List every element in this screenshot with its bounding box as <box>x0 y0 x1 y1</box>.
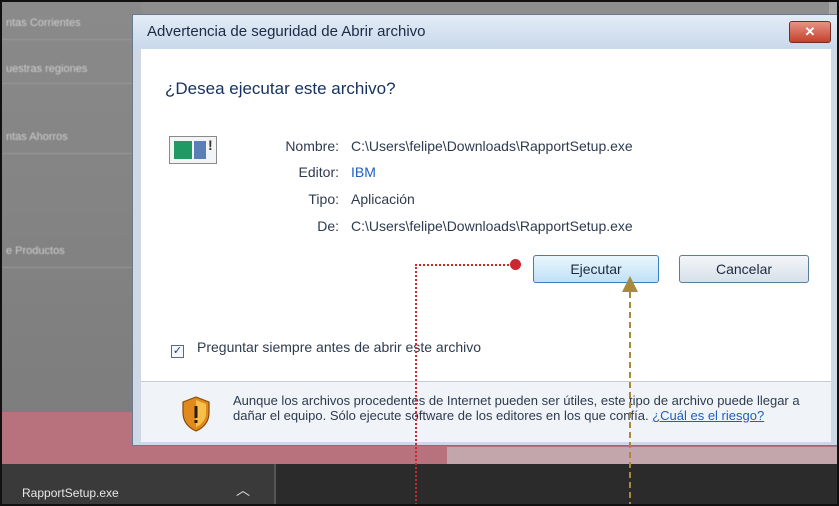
always-ask-checkbox[interactable]: ✓ <box>171 345 184 358</box>
screenshot-frame: ntas Corrientes uestras regiones ntas Ah… <box>0 0 839 506</box>
always-ask-label[interactable]: Preguntar siempre antes de abrir este ar… <box>197 339 517 355</box>
risk-link[interactable]: ¿Cuál es el riesgo? <box>652 408 764 423</box>
publisher-link[interactable]: IBM <box>351 164 376 180</box>
background-sidebar-item: uestras regiones <box>2 54 142 84</box>
dialog-title: Advertencia de seguridad de Abrir archiv… <box>147 23 426 40</box>
chevron-up-icon[interactable]: ︿ <box>236 480 250 500</box>
background-sidebar-item: ntas Corrientes <box>2 6 142 40</box>
run-button[interactable]: Ejecutar <box>533 255 659 283</box>
publisher-label: Editor: <box>298 164 339 180</box>
annotation-guide-horizontal <box>415 264 513 266</box>
security-shield-icon <box>182 396 210 432</box>
background-sidebar-item: e Productos <box>2 234 142 268</box>
name-value: C:\Users\felipe\Downloads\RapportSetup.e… <box>351 138 633 154</box>
annotation-guide-vertical <box>415 264 417 504</box>
background-sidebar-item: ntas Ahorros <box>2 120 142 154</box>
annotation-marker-dot <box>510 259 521 270</box>
type-label: Tipo: <box>308 191 339 207</box>
type-value: Aplicación <box>351 191 415 207</box>
download-bar: RapportSetup.exe ︿ <box>2 464 837 504</box>
annotation-arrow-line <box>629 292 631 504</box>
dialog-question: ¿Desea ejecutar este archivo? <box>165 79 396 98</box>
close-button[interactable]: ✕ <box>789 21 831 43</box>
name-label: Nombre: <box>285 138 339 154</box>
executable-file-icon: ! <box>169 136 217 164</box>
download-file-name: RapportSetup.exe <box>22 486 119 500</box>
background-sidebar: ntas Corrientes uestras regiones ntas Ah… <box>2 2 142 417</box>
cancel-button[interactable]: Cancelar <box>679 255 809 283</box>
download-item[interactable]: RapportSetup.exe ︿ <box>2 464 276 504</box>
security-warning-dialog: Advertencia de seguridad de Abrir archiv… <box>132 14 837 446</box>
annotation-arrow-head <box>622 276 638 292</box>
warning-text: Aunque los archivos procedentes de Inter… <box>233 393 813 423</box>
from-value: C:\Users\felipe\Downloads\RapportSetup.e… <box>351 218 633 234</box>
dialog-titlebar: Advertencia de seguridad de Abrir archiv… <box>133 15 837 49</box>
from-label: De: <box>317 218 339 234</box>
dialog-panel: ¿Desea ejecutar este archivo? ! Nombre: … <box>141 49 831 442</box>
